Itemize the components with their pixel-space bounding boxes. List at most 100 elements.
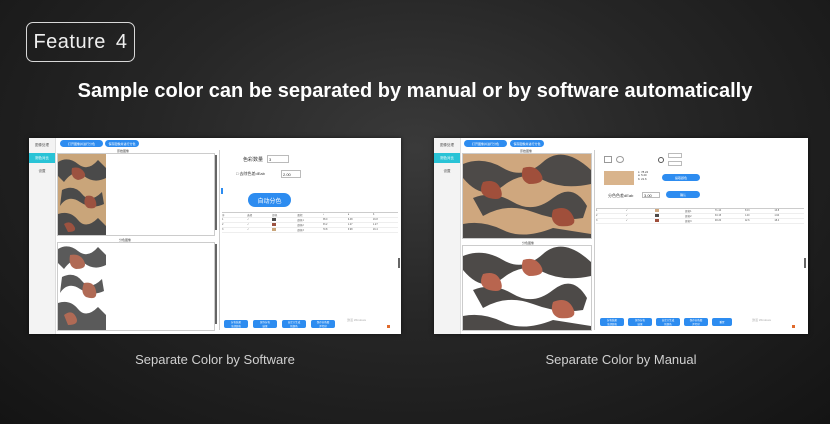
headline: Sample color can be separated by manual …: [77, 80, 753, 102]
remove-color-input[interactable]: 2.00: [281, 170, 301, 178]
row-checkbox[interactable]: ✓: [247, 223, 272, 227]
original-image-panel: [57, 153, 215, 236]
show-all-colors-button[interactable]: 分色结果 全部颜色: [600, 318, 624, 326]
color-swatch: [272, 223, 297, 227]
open-image-button[interactable]: 打开图像并进行分色: [60, 140, 103, 147]
color-count-input[interactable]: 3: [267, 155, 289, 163]
remove-color-label-text: 去除色差dEab: [239, 171, 265, 176]
table-scrollbar[interactable]: [804, 258, 806, 268]
row-checkbox[interactable]: ✓: [626, 214, 656, 218]
lab-readout: L: 78.24 a: 5.20 b: 21.6: [638, 170, 648, 181]
radio-icon[interactable]: [658, 157, 664, 163]
camo-original-image: [58, 154, 106, 235]
brush-icon[interactable]: [616, 156, 624, 163]
cell: 16.8: [372, 218, 378, 221]
software-screenshot: 图像处理 测色对比 设置 打开图像并进行分色 保存图像并进行分色 原始图像 分色…: [29, 138, 401, 334]
original-image-panel: [462, 153, 592, 239]
auto-separate-button[interactable]: 自动分色: [248, 193, 291, 207]
cell: 8.03: [744, 209, 750, 212]
sidebar: 图像处理 测色对比 设置: [29, 138, 56, 334]
cell: 颜色1: [685, 210, 692, 213]
row-checkbox[interactable]: ✓: [247, 218, 272, 222]
table-scrollbar[interactable]: [398, 258, 400, 268]
cell: 3: [596, 219, 598, 222]
color-swatch: [655, 219, 685, 223]
sidebar-item-settings[interactable]: 设置: [434, 166, 460, 176]
color-swatch: [272, 218, 297, 222]
col-a: a: [347, 213, 350, 216]
result-image-scrollbar[interactable]: [215, 244, 217, 324]
cell: 2: [596, 214, 598, 217]
col-l: L: [322, 213, 324, 216]
cell: 18.4: [774, 219, 780, 222]
save-result-button[interactable]: 保存分色 结果: [628, 318, 652, 326]
open-image-button[interactable]: 打开图像并进行分色: [464, 140, 507, 147]
brush-opacity-input[interactable]: [668, 161, 682, 166]
custom-color-button[interactable]: 自定义生成 新颜色: [656, 318, 680, 326]
save-result-button[interactable]: 保存分色 结果: [253, 320, 277, 328]
cell: 48.20: [714, 219, 722, 222]
app-logo-icon: [792, 325, 795, 328]
panel-divider: [594, 150, 595, 330]
tolerance-input[interactable]: 3.00: [642, 192, 660, 198]
feature-badge: Feature 4: [26, 22, 135, 62]
sidebar-item-color-compare[interactable]: 测色对比: [29, 153, 55, 163]
lab-b-value: b: 21.6: [638, 176, 647, 181]
show-all-colors-button[interactable]: 分色结果 全部颜色: [224, 320, 248, 328]
col-select: 选择: [247, 214, 253, 217]
cell: 颜色3: [297, 229, 304, 232]
cell: 71.44: [714, 209, 722, 212]
splitter-handle[interactable]: [221, 188, 223, 194]
print-button[interactable]: 保存分色图 并打印: [311, 320, 335, 328]
color-count-label: 色彩数量: [243, 157, 264, 163]
cell: 3: [222, 228, 224, 231]
eyedropper-icon[interactable]: [604, 156, 612, 163]
camo-separated-image: [463, 246, 591, 330]
confirm-button[interactable]: 确认: [666, 191, 700, 198]
sidebar-item-settings[interactable]: 设置: [29, 166, 55, 176]
cell: 33.2: [322, 223, 328, 226]
windows-watermark: 激活 Windows: [347, 318, 367, 322]
cell: 2: [222, 223, 224, 226]
sidebar-item-image-processing[interactable]: 图像处理: [434, 140, 460, 150]
original-image-scrollbar[interactable]: [215, 155, 217, 230]
panel-divider: [219, 150, 220, 330]
sample-color-swatch: [604, 171, 634, 185]
cell: 38.0: [322, 218, 328, 221]
table-row[interactable]: 3 ✓ 颜色3 48.20 22.6 18.4: [596, 219, 804, 224]
color-swatch: [655, 214, 685, 218]
save-image-button[interactable]: 保存图像并进行分色: [105, 140, 139, 147]
brush-size-input[interactable]: [668, 153, 682, 158]
cell: 3.98: [347, 228, 353, 231]
result-image-panel: [57, 242, 215, 331]
cell: 1: [596, 209, 598, 212]
sidebar-item-image-processing[interactable]: 图像处理: [29, 140, 55, 150]
row-checkbox[interactable]: ✓: [626, 219, 656, 223]
custom-color-button[interactable]: 自定义生成 新颜色: [282, 320, 306, 328]
color-swatch: [655, 209, 685, 213]
print-button[interactable]: 保存分色图 并打印: [684, 318, 708, 326]
row-checkbox[interactable]: ✓: [247, 228, 272, 232]
cell: 1: [222, 218, 224, 221]
table-row[interactable]: 3 ✓ 颜色3 70.8 3.98 16.4: [222, 228, 398, 233]
reset-button[interactable]: 重置: [712, 318, 732, 326]
pick-color-button[interactable]: 提取颜色: [662, 174, 700, 181]
cell: 颜色3: [685, 220, 692, 223]
sidebar-item-color-compare[interactable]: 测色对比: [434, 153, 460, 163]
feature-number: 4: [115, 30, 128, 53]
feature-label: Feature: [33, 30, 106, 53]
col-index: 序: [222, 214, 225, 217]
cell: 颜色2: [685, 215, 692, 218]
save-image-button[interactable]: 保存图像并进行分色: [510, 140, 544, 147]
color-swatch: [272, 228, 297, 232]
row-checkbox[interactable]: ✓: [626, 209, 656, 213]
cell: 颜色1: [297, 219, 304, 222]
cell: 颜色2: [297, 224, 304, 227]
col-area: 面积: [297, 214, 303, 217]
manual-screenshot: 图像处理 测色对比 设置 打开图像并进行分色 保存图像并进行分色 原始图像 分色…: [434, 138, 808, 334]
cell: 13.8: [774, 209, 780, 212]
windows-watermark: 激活 Windows: [752, 318, 772, 322]
sidebar: 图像处理 测色对比 设置: [434, 138, 461, 334]
color-table: 序 选择 颜色 面积 L a b 1 ✓ 颜色1 38.0 6.48 16.8 …: [222, 212, 398, 253]
cell: 1.64: [774, 214, 780, 217]
